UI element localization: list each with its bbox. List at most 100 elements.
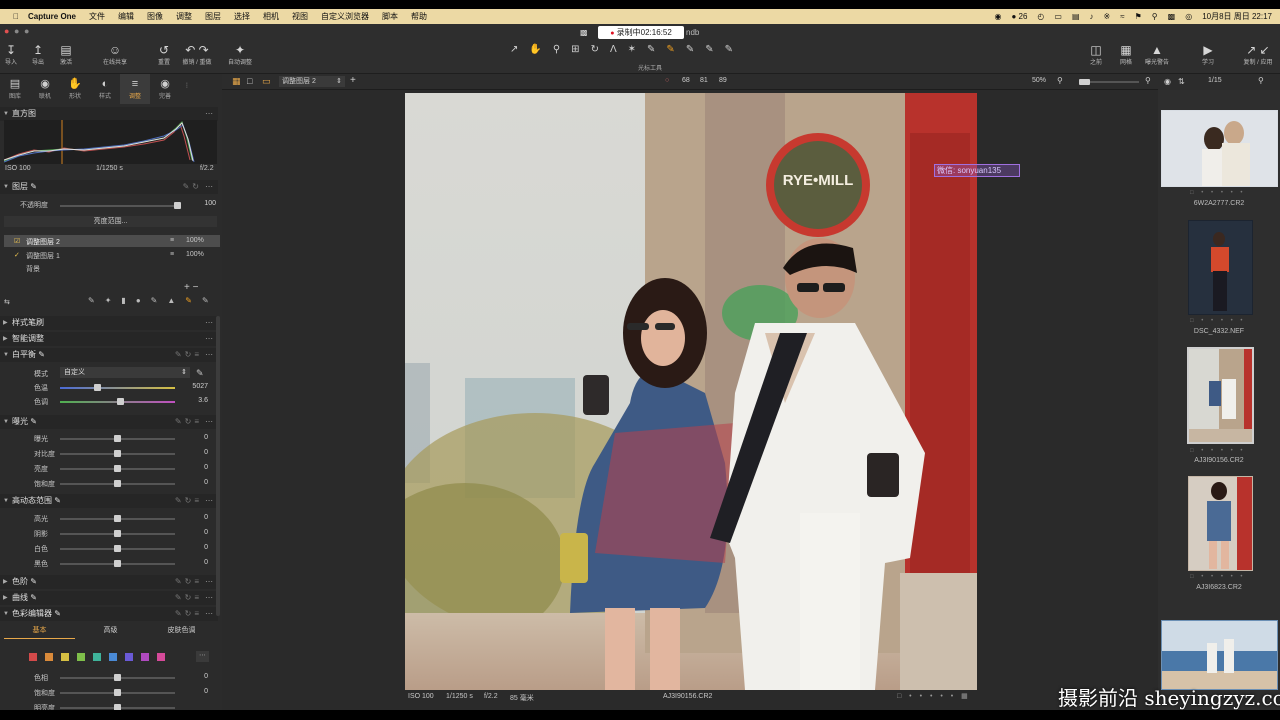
smart-adjust-menu-icon[interactable]: ⋯ (205, 332, 213, 346)
color-editor-slider-1[interactable] (60, 689, 175, 696)
zoom-window-icon[interactable]: ● (24, 26, 29, 36)
battery-indicator[interactable]: ● 26 (1011, 12, 1027, 21)
color-editor-value-0[interactable]: 0 (180, 673, 208, 680)
thumbnail-1-rating[interactable]: □ • • • • • (1190, 190, 1245, 196)
menu-script[interactable]: 脚本 (382, 11, 398, 22)
ce-tab-basic[interactable]: 基本 (4, 625, 75, 639)
histogram-menu-icon[interactable]: ⋯ (205, 107, 213, 121)
wb-picker-icon[interactable]: ✎ (196, 368, 204, 379)
siri-icon[interactable]: ◎ (1185, 12, 1192, 21)
share-button[interactable]: ☺ 在线共享 (97, 43, 133, 66)
color-editor-edit-icon[interactable]: ✎ (54, 609, 61, 618)
minimize-window-icon[interactable]: ● (14, 26, 19, 36)
color-swatch-1[interactable] (45, 653, 53, 661)
layer-2-name[interactable]: 调整图层 1 (26, 251, 60, 261)
undo-redo-button[interactable]: ↶ ↷ 撤销 / 重做 (178, 43, 216, 66)
layer-1-checkbox[interactable]: ☑ (14, 237, 20, 245)
wb-kelvin-slider[interactable] (60, 384, 175, 391)
opacity-value[interactable]: 100 (188, 200, 216, 207)
menu-help[interactable]: 帮助 (411, 11, 427, 22)
brush-tool-icon[interactable]: ✎ (647, 44, 655, 58)
color-editor-menu-icon[interactable]: ⋯ (205, 607, 213, 621)
exposure-knob-0[interactable] (114, 435, 121, 442)
swatch-more-button[interactable]: ⋯ (196, 651, 209, 662)
menu-file[interactable]: 文件 (89, 11, 105, 22)
zoom-slider[interactable] (1079, 79, 1139, 85)
menu-custom-browser[interactable]: 自定义浏览器 (321, 11, 369, 22)
wb-tint-slider[interactable] (60, 398, 175, 405)
thumbnail-5[interactable] (1161, 620, 1278, 690)
process-button[interactable]: ▤ 激活 (55, 43, 77, 66)
zoom-icon[interactable]: ⚲ (1057, 76, 1063, 85)
status-app-icon[interactable]: ◉ (994, 12, 1001, 21)
tab-color[interactable]: ◐ 样式 (90, 74, 120, 104)
layers-menu-icon[interactable]: ⋯ (205, 180, 213, 194)
color-editor-header[interactable]: ▼ 色彩编辑器 ✎ ✎↻≡ ⋯ (0, 607, 218, 621)
exposure-edit-icon[interactable]: ✎ (30, 417, 37, 426)
radial-gradient-icon[interactable]: ● (136, 296, 141, 308)
copy-apply-button[interactable]: ↗ ↙ 复制 / 应用 (1238, 43, 1278, 66)
hdr-knob-0[interactable] (114, 515, 121, 522)
close-window-icon[interactable]: ● (4, 26, 9, 36)
tab-library[interactable]: ▤ 图库 (0, 74, 30, 104)
gradient-tool-icon[interactable]: ✎ (705, 44, 713, 58)
curve-header[interactable]: ▶ 曲线 ✎ ✎↻≡ ⋯ (0, 591, 218, 605)
ce-tab-advanced[interactable]: 高级 (75, 625, 146, 639)
style-brush-menu-icon[interactable]: ⋯ (205, 316, 213, 330)
hdr-knob-1[interactable] (114, 530, 121, 537)
layer-background-name[interactable]: 背景 (26, 264, 40, 274)
levels-menu-icon[interactable]: ⋯ (205, 575, 213, 589)
zoom-level[interactable]: 50% (1032, 77, 1046, 84)
menu-edit[interactable]: 编辑 (118, 11, 134, 22)
menu-adjust[interactable]: 调整 (176, 11, 192, 22)
curve-menu-icon[interactable]: ⋯ (205, 591, 213, 605)
hdr-value-1[interactable]: 0 (180, 529, 208, 536)
exposure-value-2[interactable]: 0 (180, 464, 208, 471)
magic-brush-icon[interactable]: ✦ (105, 296, 112, 308)
tabs-more-icon[interactable]: ⋮ (180, 74, 194, 104)
color-swatch-4[interactable] (93, 653, 101, 661)
color-editor-tool-icons[interactable]: ✎↻≡ (175, 607, 202, 621)
import-button[interactable]: ↧ 导入 (3, 43, 19, 66)
wb-menu-icon[interactable]: ⋯ (205, 348, 213, 362)
menubar-datetime[interactable]: 10月8日 周日 22:17 (1202, 11, 1272, 22)
wb-edit-icon[interactable]: ✎ (38, 350, 45, 359)
exposure-warning-button[interactable]: ▲ 曝光警告 (1140, 43, 1174, 66)
hdr-header[interactable]: ▼ 高动态范围 ✎ ✎↻≡ ⋯ (0, 494, 218, 508)
apple-menu-icon[interactable]:  (13, 12, 19, 21)
filmstrip-search-icon[interactable]: ⚲ (1258, 76, 1264, 85)
curve-tool-icons[interactable]: ✎↻≡ (175, 591, 202, 605)
thumbnail-4[interactable] (1188, 476, 1253, 571)
wb-kelvin-knob[interactable] (94, 384, 101, 391)
color-swatch-8[interactable] (157, 653, 165, 661)
hdr-value-2[interactable]: 0 (180, 544, 208, 551)
exposure-slider-0[interactable] (60, 435, 175, 442)
zoom-in-icon[interactable]: ⚲ (1145, 76, 1151, 85)
levels-header[interactable]: ▶ 色阶 ✎ ✎↻≡ ⋯ (0, 575, 218, 589)
filmstrip-view-icon[interactable]: ▭ (262, 76, 271, 87)
swap-icon[interactable]: ⇆ (4, 298, 10, 306)
levels-tool-icons[interactable]: ✎↻≡ (175, 575, 202, 589)
status-rating[interactable]: □ • • • • • ▦ (897, 692, 971, 700)
layer-1-mask-icon[interactable]: ≡ (170, 237, 174, 244)
color-swatch-6[interactable] (125, 653, 133, 661)
menu-layer[interactable]: 图层 (205, 11, 221, 22)
color-swatch-7[interactable] (141, 653, 149, 661)
thumbnail-2[interactable] (1188, 220, 1253, 315)
volume-icon[interactable]: ♪ (1090, 12, 1094, 21)
wb-kelvin-value[interactable]: 5027 (180, 383, 208, 390)
tab-lens[interactable]: ✋ 形状 (60, 74, 90, 104)
wb-tool-icons[interactable]: ✎↻≡ (175, 348, 202, 362)
opacity-knob[interactable] (174, 202, 181, 209)
exposure-knob-2[interactable] (114, 465, 121, 472)
layer-select[interactable]: 调整图层 2 ⇕ (279, 76, 345, 87)
color-editor-knob-0[interactable] (114, 674, 121, 681)
rotate-tool-icon[interactable]: ↻ (591, 44, 599, 58)
thumbnail-2-rating[interactable]: □ • • • • • (1190, 318, 1245, 324)
wb-tint-knob[interactable] (117, 398, 124, 405)
hdr-slider-0[interactable] (60, 515, 175, 522)
smart-adjust-header[interactable]: ▶ 智能调整 ⋯ (0, 332, 218, 346)
display-icon[interactable]: ▤ (1072, 12, 1080, 21)
color-editor-knob-1[interactable] (114, 689, 121, 696)
eraser-icon[interactable]: ✎ (151, 296, 158, 308)
